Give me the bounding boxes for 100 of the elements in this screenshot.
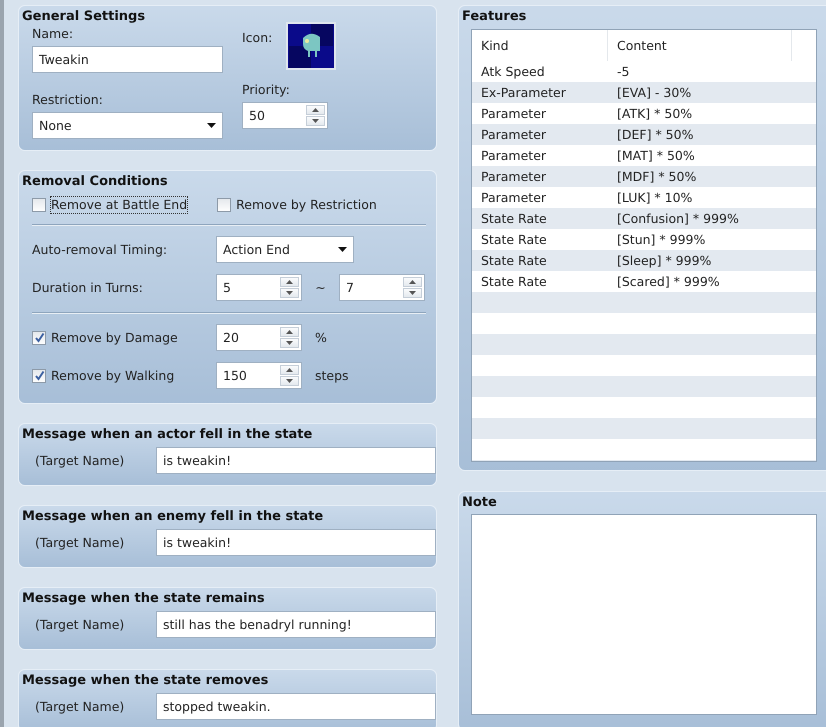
table-cell-text: [Stun] * 999% [616,231,706,249]
spin-up-button[interactable] [403,277,422,287]
table-cell-text: [ATK] * 50% [616,105,694,123]
spin-down-button[interactable] [306,116,325,126]
table-cell-text: State Rate [480,210,548,228]
spin-down-button[interactable] [280,376,299,386]
table-cell-text: Parameter [480,105,548,123]
spin-down-button[interactable] [280,338,299,348]
creature-icon [289,24,334,68]
table-cell-text: [MAT] * 50% [616,147,696,165]
field-label: (Target Name) [35,535,126,550]
up-arrow-icon [312,108,319,112]
icon-selector[interactable] [286,22,336,70]
field-label: Priority: [242,82,291,98]
table-row[interactable]: Parameter [ATK] * 50% [472,103,816,124]
table-cell-text: Parameter [480,168,548,186]
table-row[interactable]: Parameter [MAT] * 50% [472,145,816,166]
table-cell-text: -5 [616,63,630,81]
table-row[interactable]: Parameter [LUK] * 10% [472,187,816,208]
table-row[interactable]: State Rate [Sleep] * 999% [472,250,816,271]
table-cell-text: Parameter [480,189,548,207]
number-field[interactable]: 50 [242,102,328,129]
unit-label: steps [315,368,349,383]
field-label: Restriction: [32,92,104,108]
down-arrow-icon [286,291,293,295]
section-title: General Settings [22,8,146,26]
field-label: (Target Name) [35,699,126,714]
table-row[interactable]: State Rate [Stun] * 999% [472,229,816,250]
table-cell-text: Ex-Parameter [480,84,567,102]
spin-up-button[interactable] [306,105,325,115]
field-label: Name: [32,26,74,42]
table-cell-text: Parameter [480,126,548,144]
number-field[interactable]: 7 [339,274,425,301]
down-arrow-icon [286,341,293,345]
section-title: Message when the state removes [22,672,270,690]
text-field[interactable]: stopped tweakin. [156,693,436,720]
section-title: Message when an enemy fell in the state [22,508,324,526]
caret-icon [207,123,216,128]
checkbox-label: Remove by Damage [51,330,178,346]
checkbox-label: Remove by Restriction [236,197,377,213]
field-label: (Target Name) [35,617,126,632]
table-cell-text: State Rate [480,252,548,270]
up-arrow-icon [286,280,293,284]
spin-up-button[interactable] [280,365,299,375]
number-field[interactable]: 20 [216,324,302,351]
table-cell-text: [EVA] - 30% [616,84,692,102]
checkbox[interactable] [32,368,46,382]
field-label: (Target Name) [35,453,126,468]
table-cell-text: [LUK] * 10% [616,189,694,207]
section-title: Features [462,8,528,26]
spin-down-button[interactable] [403,288,422,298]
table-row[interactable]: Atk Speed -5 [472,61,816,82]
checkbox[interactable] [217,198,232,212]
text-field[interactable]: is tweakin! [156,529,436,556]
table-cell-text: [DEF] * 50% [616,126,694,144]
table-cell-text: [Confusion] * 999% [616,210,740,228]
table-cell-text: State Rate [480,231,548,249]
column-header[interactable]: Content [608,30,792,61]
text-field[interactable]: Tweakin [32,46,223,73]
spin-down-button[interactable] [280,288,299,298]
table-row[interactable]: Parameter [MDF] * 50% [472,166,816,187]
caret-icon [338,247,347,252]
number-field[interactable]: 150 [216,362,302,389]
table-cell-text: Parameter [480,147,548,165]
up-arrow-icon [286,330,293,334]
field-label: Auto-removal Timing: [32,242,168,257]
section-title: Removal Conditions [22,173,169,191]
table-cell-text: [Scared] * 999% [616,273,721,291]
range-separator: ~ [314,280,327,295]
section-title: Message when an actor fell in the state [22,426,314,444]
down-arrow-icon [409,291,416,295]
column-header[interactable]: Kind [472,30,608,61]
checkbox[interactable] [32,198,46,212]
checkbox[interactable] [32,330,46,344]
note-field[interactable] [471,514,817,715]
table-row[interactable]: Parameter [DEF] * 50% [472,124,816,145]
table-row[interactable]: Ex-Parameter [EVA] - 30% [472,82,816,103]
field-label: Duration in Turns: [32,280,144,295]
down-arrow-icon [312,119,319,123]
up-arrow-icon [286,368,293,372]
table-row[interactable]: State Rate [Confusion] * 999% [472,208,816,229]
checkbox-label: Remove at Battle End [51,197,188,213]
text-field[interactable]: is tweakin! [156,447,436,474]
up-arrow-icon [409,280,416,284]
dropdown[interactable]: Action End [216,236,354,263]
table-cell-text: State Rate [480,273,548,291]
table-row[interactable]: State Rate [Scared] * 999% [472,271,816,292]
dropdown[interactable]: None [32,112,223,139]
text-field[interactable]: still has the benadryl running! [156,611,436,638]
section-title: Note [462,494,498,512]
spin-up-button[interactable] [280,277,299,287]
table-cell-text: [MDF] * 50% [616,168,698,186]
section-title: Message when the state remains [22,590,266,608]
unit-label: % [315,330,327,345]
spin-up-button[interactable] [280,327,299,337]
number-field[interactable]: 5 [216,274,302,301]
field-label: Icon: [242,30,272,47]
down-arrow-icon [286,379,293,383]
checkbox-label: Remove by Walking [51,368,174,384]
table-cell-text: Atk Speed [480,63,546,81]
